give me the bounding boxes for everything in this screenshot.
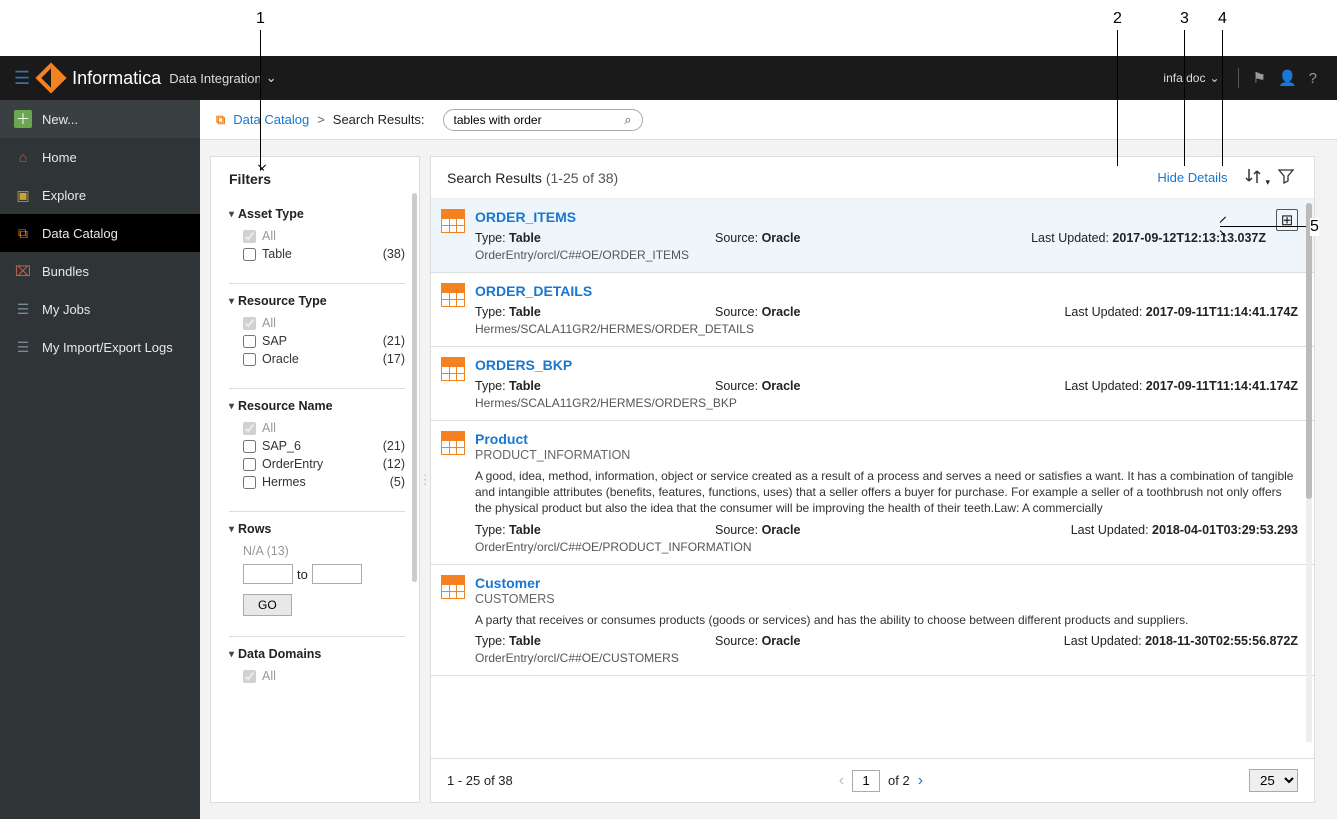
filter-asset-type-toggle[interactable]: Asset Type [229,207,405,221]
topbar: ☰ Informatica Data Integration ⌄ infa.do… [0,56,1337,100]
result-title[interactable]: Product [475,431,1298,447]
search-input[interactable] [454,113,625,127]
result-title[interactable]: ORDER_ITEMS [475,209,1266,225]
sort-icon[interactable]: ▾ [1245,167,1270,188]
logs-icon: ☰ [14,338,32,356]
filters-scrollbar[interactable] [412,193,417,792]
table-icon [441,283,465,307]
sidebar-item-data-catalog[interactable]: ⧉Data Catalog [0,214,200,252]
filter-resource-name-all[interactable]: All [229,419,405,437]
filter-resource-type-all[interactable]: All [229,314,405,332]
user-icon[interactable]: 👤 [1278,69,1297,87]
catalog-icon: ⧉ [216,112,225,128]
results-heading: Search Results (1-25 of 38) [447,170,618,186]
breadcrumb-current: Search Results: [333,112,425,127]
pager-next[interactable]: › [918,772,923,790]
plus-icon: ＋ [14,110,32,128]
table-icon [441,357,465,381]
breadcrumb: ⧉ Data Catalog > Search Results: ⌕ [200,100,1337,140]
expand-icon[interactable]: ⊞ [1276,209,1298,231]
breadcrumb-root[interactable]: Data Catalog [233,112,309,127]
sidebar: ＋New... ⌂Home ▣Explore ⧉Data Catalog ⌧Bu… [0,100,200,819]
folder-icon: ▣ [14,186,32,204]
help-icon[interactable]: ? [1309,70,1317,87]
result-description: A good, idea, method, information, objec… [475,468,1298,517]
table-icon [441,431,465,455]
rows-to-input[interactable] [312,564,362,584]
menu-icon[interactable]: ☰ [14,68,30,89]
result-path: OrderEntry/orcl/C##OE/CUSTOMERS [475,651,1298,665]
filter-resource-type-oracle[interactable]: Oracle(17) [229,350,405,368]
brand-logo-icon [36,62,67,93]
result-subtitle: CUSTOMERS [475,592,1298,606]
rows-from-input[interactable] [243,564,293,584]
sidebar-item-my-jobs[interactable]: ☰My Jobs [0,290,200,328]
filter-asset-type-all[interactable]: All [229,227,405,245]
filter-icon[interactable] [1278,168,1294,187]
user-menu[interactable]: infa.doc ⌄ [1163,71,1219,85]
results-scrollbar[interactable] [1306,203,1312,742]
result-description: A party that receives or consumes produc… [475,612,1298,628]
filters-title: Filters [229,171,405,187]
filter-resource-type-toggle[interactable]: Resource Type [229,294,405,308]
filter-asset-type-table[interactable]: Table(38) [229,245,405,263]
table-icon [441,575,465,599]
result-path: Hermes/SCALA11GR2/HERMES/ORDERS_BKP [475,396,1298,410]
bundle-icon: ⌧ [14,262,32,280]
search-box[interactable]: ⌕ [443,109,643,131]
result-title[interactable]: ORDERS_BKP [475,357,1298,373]
pager-summary: 1 - 25 of 38 [447,773,513,788]
filter-resource-name-toggle[interactable]: Resource Name [229,399,405,413]
filter-resource-type-sap[interactable]: SAP(21) [229,332,405,350]
result-row: ORDERS_BKPType: TableSource: OracleLast … [431,347,1314,421]
result-row: ORDER_DETAILSType: TableSource: OracleLa… [431,273,1314,347]
catalog-icon: ⧉ [14,224,32,242]
result-title[interactable]: ORDER_DETAILS [475,283,1298,299]
filters-panel: Filters Asset Type All Table(38) Resourc… [210,156,420,803]
chevron-down-icon: ⌄ [1209,71,1219,85]
panel-resize-handle[interactable]: ⋮ [420,156,430,803]
sidebar-item-bundles[interactable]: ⌧Bundles [0,252,200,290]
results-panel: Search Results (1-25 of 38) Hide Details… [430,156,1315,803]
result-path: Hermes/SCALA11GR2/HERMES/ORDER_DETAILS [475,322,1298,336]
result-path: OrderEntry/orcl/C##OE/PRODUCT_INFORMATIO… [475,540,1298,554]
pager-prev[interactable]: ‹ [839,772,844,790]
flag-icon[interactable]: ⚑ [1253,69,1266,87]
hide-details-link[interactable]: Hide Details [1157,170,1227,185]
chevron-down-icon: ⌄ [266,70,277,86]
table-icon [441,209,465,233]
filter-resource-name-hermes[interactable]: Hermes(5) [229,473,405,491]
sidebar-item-explore[interactable]: ▣Explore [0,176,200,214]
result-row: ORDER_ITEMSType: TableSource: OracleLast… [431,199,1314,273]
filter-rows-toggle[interactable]: Rows [229,522,405,536]
result-subtitle: PRODUCT_INFORMATION [475,448,1298,462]
jobs-icon: ☰ [14,300,32,318]
rows-go-button[interactable]: GO [243,594,292,616]
filter-data-domains-all[interactable]: All [229,667,405,685]
product-switcher[interactable]: Data Integration ⌄ [169,70,276,86]
brand-name: Informatica [72,68,161,89]
filter-resource-name-orderentry[interactable]: OrderEntry(12) [229,455,405,473]
result-row: ProductPRODUCT_INFORMATION A good, idea, … [431,421,1314,565]
search-icon[interactable]: ⌕ [624,112,631,128]
sidebar-new[interactable]: ＋New... [0,100,200,138]
filter-data-domains-toggle[interactable]: Data Domains [229,647,405,661]
result-title[interactable]: Customer [475,575,1298,591]
pager-page-input[interactable] [852,770,880,792]
filter-resource-name-sap6[interactable]: SAP_6(21) [229,437,405,455]
result-row: CustomerCUSTOMERS A party that receives o… [431,565,1314,676]
home-icon: ⌂ [14,148,32,166]
result-path: OrderEntry/orcl/C##OE/ORDER_ITEMS [475,248,1266,262]
sidebar-item-import-export-logs[interactable]: ☰My Import/Export Logs [0,328,200,366]
sidebar-item-home[interactable]: ⌂Home [0,138,200,176]
pager: 1 - 25 of 38 ‹ of 2 › 25 [431,758,1314,802]
pager-size-select[interactable]: 25 [1249,769,1298,792]
